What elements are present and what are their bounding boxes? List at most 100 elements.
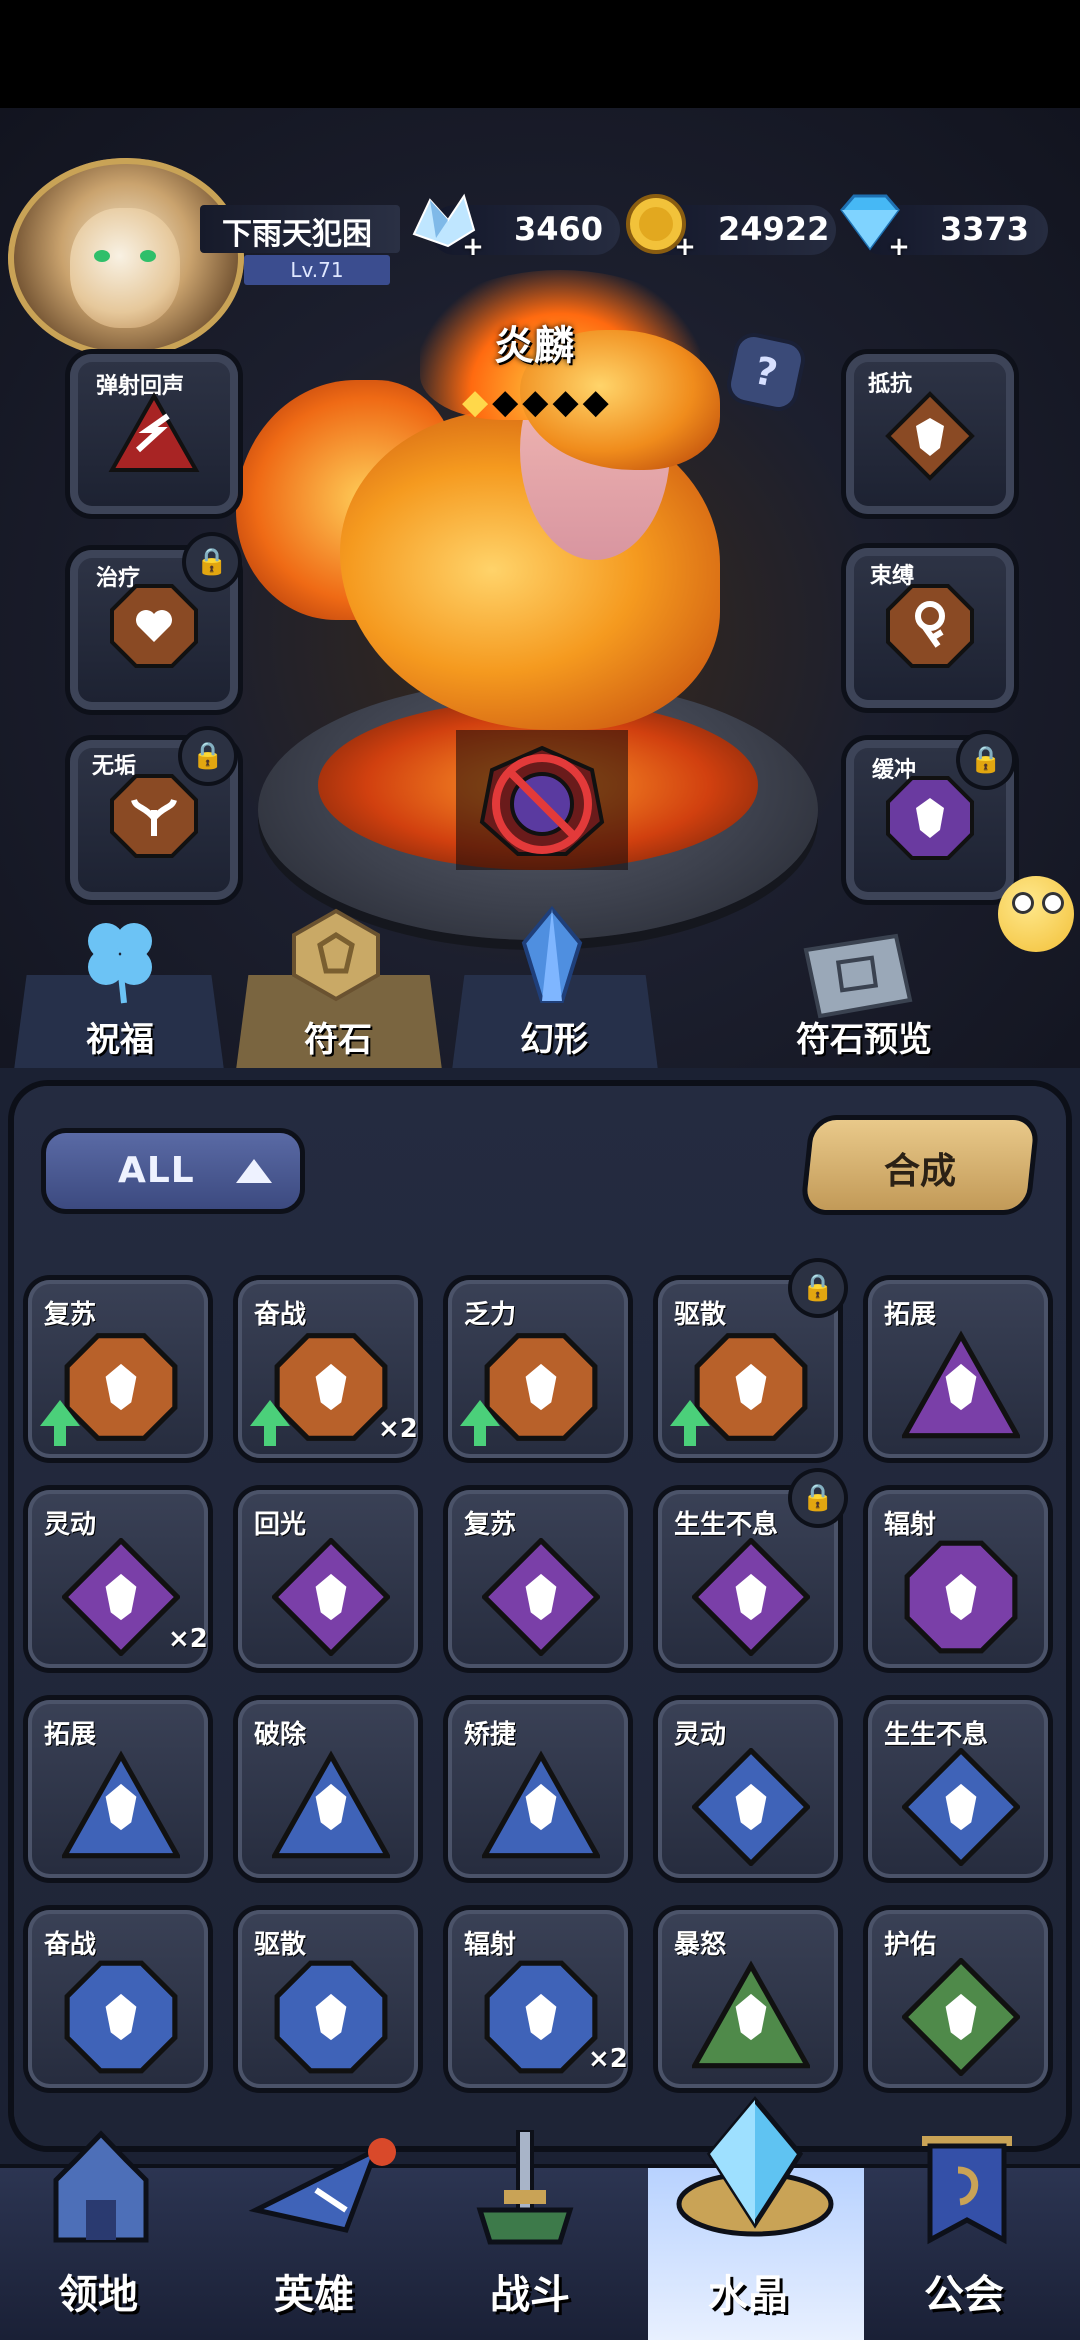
diamond-icon[interactable]: +	[834, 190, 910, 260]
upgrade-arrow-icon	[460, 1400, 500, 1426]
rune-name: 复苏	[464, 1510, 517, 1540]
nav-territory[interactable]: 领地	[58, 2262, 138, 2320]
forbidden-icon	[479, 745, 605, 856]
upgrade-arrow-icon	[250, 1400, 290, 1426]
lock-icon: 🔒	[186, 536, 238, 588]
rune-shape-icon	[484, 1333, 598, 1441]
heal-rune-icon	[110, 584, 198, 668]
star-gold-icon: ◆	[462, 382, 493, 422]
player-level: Lv.71	[244, 255, 390, 285]
rune-shape-icon	[272, 1750, 390, 1859]
lock-icon: 🔒	[960, 734, 1012, 786]
craft-label: 合成	[884, 1151, 957, 1192]
clover-icon	[88, 923, 152, 1004]
player-name: 下雨天犯困	[222, 217, 372, 252]
sword-icon	[476, 2130, 574, 2245]
avatar-eye	[140, 250, 156, 262]
rune-preview-button[interactable]: 符石预览	[796, 1012, 932, 1061]
lock-icon: 🔒	[182, 730, 234, 782]
rune-count: ×2	[168, 1624, 208, 1654]
rune-shape-icon	[902, 1330, 1020, 1439]
rune-shape-icon	[62, 1750, 180, 1859]
rune-name: 暴怒	[674, 1930, 727, 1960]
rune-shape-icon	[694, 1333, 808, 1441]
rune-name: 乏力	[464, 1300, 517, 1330]
upgrade-arrow-icon	[670, 1400, 710, 1426]
crystal-icon	[676, 2096, 834, 2237]
rune-name: 拓展	[884, 1300, 937, 1330]
pure-rune-icon	[110, 774, 198, 858]
rune-shape-icon	[274, 1960, 388, 2074]
lock-icon: 🔒	[792, 1262, 844, 1314]
rune-name: 拓展	[44, 1720, 97, 1750]
upgrade-arrow-stem	[264, 1426, 276, 1446]
emoji-face-button[interactable]	[998, 876, 1074, 952]
rune-shape-icon	[482, 1750, 600, 1859]
forbidden-slot[interactable]	[456, 730, 628, 870]
castle-icon	[53, 2130, 149, 2243]
rune-name: 灵动	[674, 1720, 727, 1750]
rune-name: 破除	[254, 1720, 307, 1750]
avatar-eye	[94, 250, 110, 262]
status-bar	[0, 0, 1080, 108]
rune-shape-icon	[692, 1538, 810, 1656]
buffer-rune-icon	[886, 776, 974, 860]
rune-shape-icon	[64, 1333, 178, 1441]
blue-crystal-icon	[521, 905, 583, 1003]
wizard-hat-icon	[248, 2138, 396, 2233]
rune-shape-icon	[482, 1538, 600, 1656]
emoji-eye	[1042, 892, 1064, 914]
rune-stone-icon	[292, 908, 380, 1002]
gold-count: 24922	[718, 210, 830, 248]
rune-book-icon	[803, 933, 913, 1019]
rune-name: 回光	[254, 1510, 307, 1540]
chevron-up-icon	[236, 1159, 272, 1183]
bounce-rune-icon	[108, 391, 200, 472]
lock-icon: 🔒	[792, 1472, 844, 1524]
rune-shape-icon	[902, 1748, 1020, 1866]
nav-heroes[interactable]: 英雄	[274, 2262, 354, 2320]
resist-rune-icon	[885, 391, 975, 481]
rune-name: 奋战	[44, 1930, 97, 1960]
bind-rune-icon	[886, 584, 974, 668]
banner-icon	[922, 2136, 1012, 2245]
hero-star-rating: ◆◆◆◆◆	[462, 382, 613, 422]
rune-shape-icon	[274, 1333, 388, 1441]
rune-name: 辐射	[464, 1930, 517, 1960]
filter-label: ALL	[118, 1150, 195, 1191]
nav-crystal[interactable]: 水晶	[708, 2262, 788, 2320]
star-empty-icon: ◆◆◆◆	[492, 382, 613, 422]
rune-name: 驱散	[674, 1300, 727, 1330]
rune-shape-icon	[62, 1538, 180, 1656]
upgrade-arrow-stem	[684, 1426, 696, 1446]
rune-shape-icon	[902, 1958, 1020, 2076]
rune-name: 矫捷	[464, 1720, 517, 1750]
hero-name: 炎麟	[494, 323, 574, 369]
nav-battle[interactable]: 战斗	[490, 2262, 570, 2320]
upgrade-arrow-icon	[40, 1400, 80, 1426]
diamond-count: 3373	[940, 210, 1030, 248]
rune-name: 灵动	[44, 1510, 97, 1540]
rune-shape-icon	[692, 1748, 810, 1866]
rune-name: 辐射	[884, 1510, 937, 1540]
tab-label: 幻形	[520, 1020, 588, 1060]
rune-shape-icon	[64, 1960, 178, 2074]
rune-shape-icon	[692, 1960, 810, 2069]
rune-name: 生生不息	[884, 1720, 989, 1750]
avatar-face	[70, 208, 180, 328]
rune-shape-icon	[904, 1540, 1018, 1654]
rune-count: ×2	[378, 1414, 418, 1444]
nav-guild[interactable]: 公会	[924, 2262, 1004, 2320]
tab-label: 祝福	[86, 1020, 154, 1060]
rune-shape-icon	[484, 1960, 598, 2074]
rune-name: 生生不息	[674, 1510, 779, 1540]
upgrade-arrow-stem	[54, 1426, 66, 1446]
crystal-count: 3460	[514, 210, 604, 248]
gold-coin-icon[interactable]: +	[620, 190, 696, 260]
rune-name: 驱散	[254, 1930, 307, 1960]
rune-shape-icon	[272, 1538, 390, 1656]
crystal-cluster-icon[interactable]: +	[408, 190, 484, 260]
emoji-eye	[1012, 892, 1034, 914]
rune-name: 复苏	[44, 1300, 97, 1330]
rune-name: 奋战	[254, 1300, 307, 1330]
